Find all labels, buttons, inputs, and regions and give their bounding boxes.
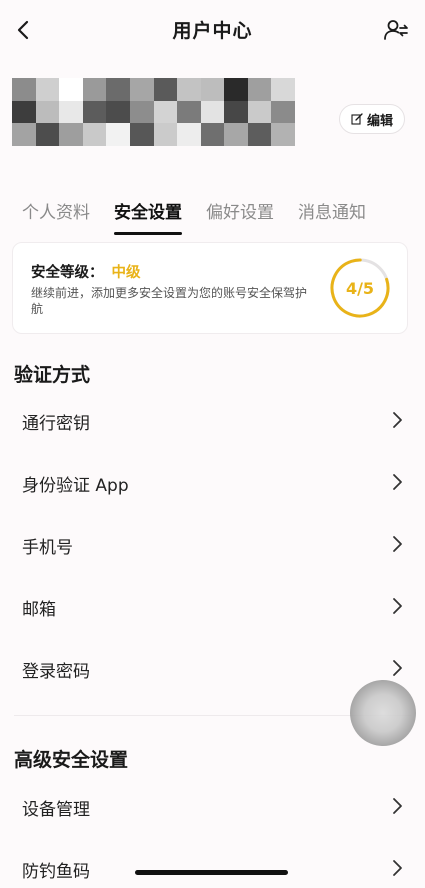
chevron-right-icon [393, 660, 402, 676]
security-level-row: 安全等级： 中级 [31, 261, 141, 282]
menu-item-anti-phishing-code[interactable]: 防钓鱼码 [0, 848, 425, 888]
tab-personal-info[interactable]: 个人资料 [22, 198, 90, 235]
menu-item-email[interactable]: 邮箱 [0, 586, 425, 626]
chevron-right-icon [393, 474, 402, 490]
tab-security-settings[interactable]: 安全设置 [114, 198, 182, 235]
menu-item-label: 设备管理 [22, 800, 90, 820]
chevron-right-icon [393, 412, 402, 428]
page-title: 用户中心 [172, 20, 253, 42]
menu-item-label: 通行密钥 [22, 414, 90, 434]
tab-preferences[interactable]: 偏好设置 [206, 198, 274, 235]
menu-item-label: 登录密码 [22, 662, 90, 682]
security-progress-text: 4/5 [345, 278, 375, 298]
user-switch-icon[interactable] [383, 18, 409, 42]
edit-icon [351, 113, 363, 125]
avatar [12, 78, 295, 146]
menu-item-phone[interactable]: 手机号 [0, 524, 425, 564]
section-title-advanced-security: 高级安全设置 [14, 749, 129, 771]
chevron-right-icon [393, 860, 402, 876]
section-title-verification: 验证方式 [14, 364, 91, 386]
chevron-right-icon [393, 798, 402, 814]
menu-item-label: 身份验证 App [22, 476, 129, 496]
tab-notifications[interactable]: 消息通知 [298, 198, 366, 235]
security-level-label: 安全等级： [31, 265, 104, 281]
floating-assistive-button[interactable] [350, 680, 416, 746]
edit-profile-button[interactable]: 编辑 [339, 104, 405, 134]
security-level-description: 继续前进，添加更多安全设置为您的账号安全保驾护航 [31, 286, 308, 316]
menu-item-passkey[interactable]: 通行密钥 [0, 400, 425, 440]
settings-tabs: 个人资料 安全设置 偏好设置 消息通知 [22, 198, 366, 235]
menu-item-authenticator-app[interactable]: 身份验证 App [0, 462, 425, 502]
chevron-right-icon [393, 598, 402, 614]
menu-item-device-management[interactable]: 设备管理 [0, 786, 425, 826]
menu-item-login-password[interactable]: 登录密码 [0, 648, 425, 688]
chevron-right-icon [393, 536, 402, 552]
security-level-card: 安全等级： 中级 继续前进，添加更多安全设置为您的账号安全保驾护航 4/5 [12, 242, 408, 334]
security-level-value: 中级 [111, 265, 141, 281]
menu-item-label: 邮箱 [22, 600, 56, 620]
edit-button-label: 编辑 [366, 113, 393, 129]
menu-item-label: 防钓鱼码 [22, 862, 90, 882]
home-indicator [135, 870, 288, 875]
top-nav-bar: 用户中心 [0, 0, 425, 58]
menu-item-label: 手机号 [22, 538, 73, 558]
